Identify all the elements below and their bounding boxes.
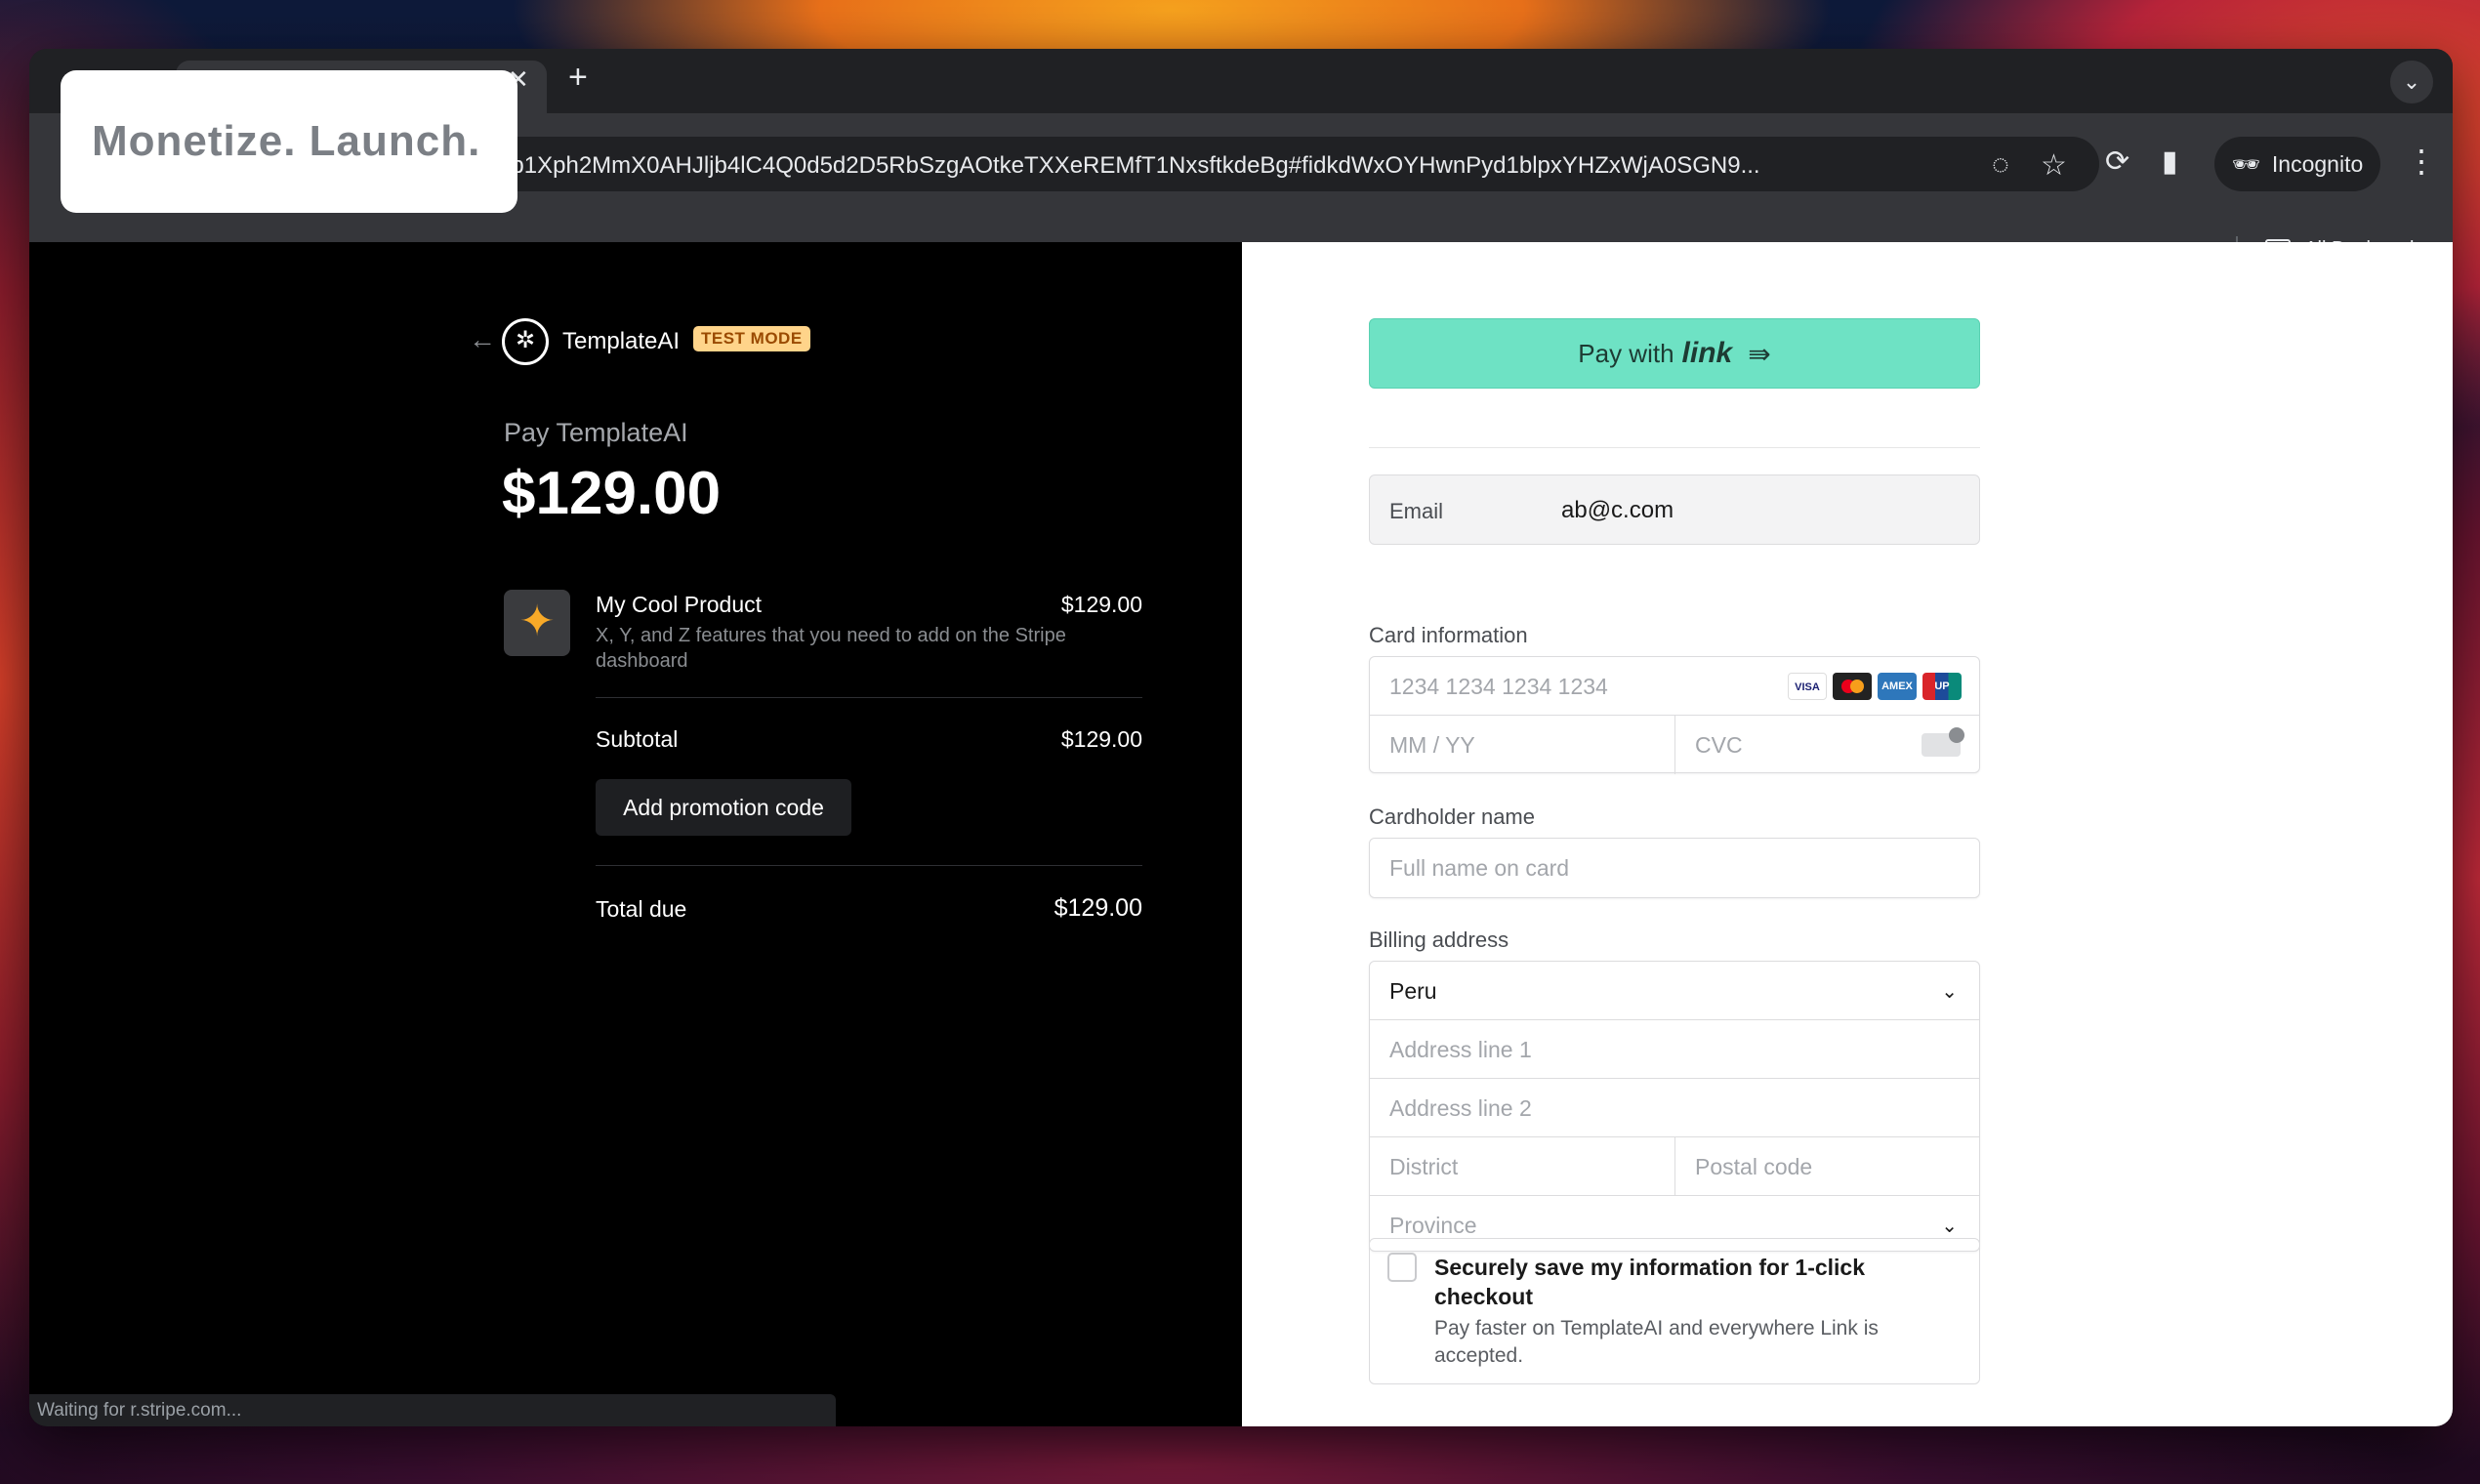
cvc-card-icon bbox=[1922, 727, 1964, 757]
country-value: Peru bbox=[1389, 978, 1437, 1004]
subtotal-value: $129.00 bbox=[1060, 726, 1142, 752]
cvc-input[interactable]: CVC bbox=[1675, 716, 1980, 773]
unionpay-icon: UP bbox=[1922, 673, 1962, 700]
expiry-input[interactable]: MM / YY bbox=[1370, 716, 1674, 773]
checkout-page: ← ✲ TemplateAI TEST MODE Pay TemplateAI … bbox=[29, 242, 2453, 1426]
district-input[interactable]: District bbox=[1370, 1137, 1674, 1195]
link-button-prefix: Pay with bbox=[1578, 338, 1674, 368]
link-arrow-icon: ⇛ bbox=[1748, 338, 1771, 369]
summary-divider bbox=[596, 697, 1142, 698]
address-line2-input[interactable]: Address line 2 bbox=[1370, 1079, 1979, 1136]
payment-form-pane: Pay with link ⇛ Email ab@c.com Card info… bbox=[1242, 242, 2453, 1426]
card-number-placeholder: 1234 1234 1234 1234 bbox=[1389, 674, 1608, 699]
chevron-down-icon: ⌄ bbox=[1941, 1216, 1958, 1237]
pay-with-link-button[interactable]: Pay with link ⇛ bbox=[1369, 318, 1980, 389]
cardholder-placeholder: Full name on card bbox=[1389, 855, 1570, 881]
form-divider bbox=[1369, 447, 1980, 448]
total-due-value: $129.00 bbox=[1054, 894, 1142, 922]
test-mode-badge: TEST MODE bbox=[693, 326, 810, 351]
expiry-placeholder: MM / YY bbox=[1389, 732, 1475, 758]
incognito-icon: 🕶 bbox=[2231, 150, 2260, 177]
country-select[interactable]: Peru ⌄ bbox=[1370, 962, 1979, 1019]
card-information-label: Card information bbox=[1369, 623, 1528, 647]
billing-address-label: Billing address bbox=[1369, 928, 1509, 952]
status-bar: Waiting for r.stripe.com... bbox=[29, 1394, 836, 1426]
email-field[interactable]: Email ab@c.com bbox=[1369, 474, 1980, 545]
product-description: X, Y, and Z features that you need to ad… bbox=[596, 625, 1066, 672]
email-label: Email bbox=[1389, 499, 1444, 523]
visa-icon: VISA bbox=[1788, 673, 1827, 700]
merchant-name: TemplateAI bbox=[562, 328, 681, 354]
cardholder-name-field: Full name on card bbox=[1369, 838, 1980, 898]
save-info-checkbox[interactable] bbox=[1387, 1253, 1417, 1282]
side-panel-icon[interactable]: ▮ bbox=[2162, 144, 2178, 179]
card-brand-icons: VISA AMEX UP bbox=[1788, 673, 1962, 700]
postal-code-input[interactable]: Postal code bbox=[1675, 1137, 1980, 1195]
incognito-label: Incognito bbox=[2271, 150, 2364, 177]
sparkle-icon: ✦ bbox=[504, 590, 570, 656]
new-tab-icon[interactable]: + bbox=[568, 59, 588, 97]
order-summary-pane: ← ✲ TemplateAI TEST MODE Pay TemplateAI … bbox=[29, 242, 1242, 1426]
address-line1-input[interactable]: Address line 1 bbox=[1370, 1020, 1979, 1078]
tab-search-icon[interactable]: ⌄ bbox=[2390, 61, 2433, 103]
cvc-placeholder: CVC bbox=[1695, 732, 1743, 758]
subtotal-label: Subtotal bbox=[596, 726, 679, 752]
back-arrow-icon[interactable]: ← bbox=[469, 324, 496, 355]
province-placeholder: Province bbox=[1389, 1213, 1477, 1238]
save-info-description: Pay faster on TemplateAI and everywhere … bbox=[1434, 1317, 1879, 1367]
browser-window: ✕ + ⌄ om/c/pay/cs_test_b1Xph2MmX0AHJljb4… bbox=[29, 49, 2453, 1426]
merchant-logo-icon: ✲ bbox=[502, 318, 549, 365]
incognito-indicator[interactable]: 🕶 Incognito bbox=[2214, 137, 2380, 191]
star-icon[interactable]: ☆ bbox=[2041, 148, 2067, 183]
cardholder-name-input[interactable]: Full name on card bbox=[1370, 839, 1979, 896]
save-info-title: Securely save my information for 1-click… bbox=[1434, 1255, 1866, 1309]
more-menu-icon[interactable]: ⋮ bbox=[2406, 143, 2437, 180]
add-promotion-code-button[interactable]: Add promotion code bbox=[596, 779, 851, 836]
postal-code-placeholder: Postal code bbox=[1695, 1154, 1813, 1179]
total-due-label: Total due bbox=[596, 896, 687, 922]
pay-label: Pay TemplateAI bbox=[504, 418, 688, 447]
amex-icon: AMEX bbox=[1878, 673, 1917, 700]
mastercard-icon bbox=[1833, 673, 1872, 700]
eye-off-icon[interactable]: ◌ bbox=[1992, 148, 2009, 182]
extension-icon[interactable]: ⟳ bbox=[2105, 144, 2129, 179]
card-input-group: 1234 1234 1234 1234 VISA AMEX UP MM / YY… bbox=[1369, 656, 1980, 774]
address-line2-placeholder: Address line 2 bbox=[1389, 1095, 1532, 1121]
chevron-down-icon: ⌄ bbox=[1941, 981, 1958, 1003]
email-value: ab@c.com bbox=[1561, 497, 1674, 523]
product-price: $129.00 bbox=[1060, 592, 1142, 617]
billing-address-group: Peru ⌄ Address line 1 Address line 2 Dis… bbox=[1369, 961, 1980, 1252]
save-info-box: Securely save my information for 1-click… bbox=[1369, 1238, 1980, 1384]
product-name: My Cool Product bbox=[596, 592, 763, 617]
pay-amount: $129.00 bbox=[502, 460, 722, 527]
address-line1-placeholder: Address line 1 bbox=[1389, 1037, 1532, 1062]
district-placeholder: District bbox=[1389, 1154, 1459, 1179]
url-text[interactable]: om/c/pay/cs_test_b1Xph2MmX0AHJljb4lC4Q0d… bbox=[322, 152, 1982, 182]
link-brand-text: link bbox=[1681, 337, 1733, 369]
cardholder-name-label: Cardholder name bbox=[1369, 804, 1535, 829]
summary-divider bbox=[596, 865, 1142, 866]
overlay-caption: Monetize. Launch. bbox=[61, 70, 517, 213]
